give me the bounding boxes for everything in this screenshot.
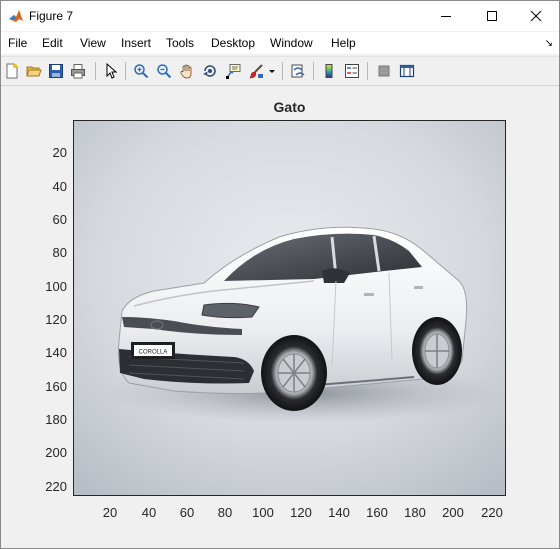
- hide-plot-tools-icon: [378, 65, 390, 77]
- link-plot-icon: [291, 64, 305, 78]
- axes-title: Gato: [273, 99, 306, 115]
- ytick-label: 140: [45, 345, 67, 360]
- figure-window: Figure 7 File Edit View Insert Tools Des…: [0, 0, 560, 549]
- ytick-label: 40: [52, 179, 67, 194]
- legend-icon: [345, 64, 359, 78]
- menu-file[interactable]: File: [8, 36, 27, 50]
- brush-dropdown-icon: [269, 70, 275, 73]
- ytick-label: 120: [45, 312, 67, 327]
- menu-window[interactable]: Window: [270, 36, 313, 50]
- menu-view[interactable]: View: [80, 36, 106, 50]
- data-cursor-button[interactable]: [223, 61, 243, 81]
- ytick-label: 80: [52, 245, 67, 260]
- xtick-label: 140: [328, 505, 350, 520]
- open-file-icon: [26, 66, 42, 77]
- toolbar-separator: [313, 62, 314, 80]
- show-plot-tools-button[interactable]: [397, 61, 417, 81]
- title-bar[interactable]: Figure 7: [1, 1, 559, 31]
- dock-figure-icon[interactable]: ↘: [545, 38, 553, 49]
- new-figure-icon: [6, 63, 18, 79]
- print-button[interactable]: [68, 61, 88, 81]
- zoom-out-icon: [157, 64, 172, 79]
- close-button[interactable]: [513, 1, 559, 31]
- open-file-button[interactable]: [24, 61, 44, 81]
- ytick-label: 20: [52, 145, 67, 160]
- zoom-in-icon: [134, 64, 149, 79]
- edit-plot-button[interactable]: [101, 61, 121, 81]
- ytick-label: 180: [45, 412, 67, 427]
- ytick-label: 60: [52, 212, 67, 227]
- pan-hand-icon: [180, 64, 192, 79]
- maximize-icon: [487, 11, 497, 21]
- rotate-3d-button[interactable]: [200, 61, 220, 81]
- xtick-label: 200: [442, 505, 464, 520]
- pan-button[interactable]: [177, 61, 197, 81]
- toolbar-separator: [282, 62, 283, 80]
- xtick-label: 120: [290, 505, 312, 520]
- colorbar-icon: [325, 64, 333, 78]
- toolbar-separator: [95, 62, 96, 80]
- close-icon: [530, 10, 542, 22]
- brush-icon: [249, 64, 263, 79]
- figure-canvas: Gato COROLLA 20 40 60 80 100 120 140 160…: [1, 86, 559, 548]
- menu-help[interactable]: Help: [331, 36, 356, 50]
- data-cursor-icon: [226, 64, 241, 79]
- insert-colorbar-button[interactable]: [319, 61, 339, 81]
- brush-button[interactable]: [246, 61, 266, 81]
- ytick-label: 200: [45, 445, 67, 460]
- show-plot-tools-icon: [399, 64, 415, 78]
- maximize-button[interactable]: [469, 1, 515, 31]
- menu-edit[interactable]: Edit: [42, 36, 63, 50]
- toolbar-separator: [125, 62, 126, 80]
- menu-desktop[interactable]: Desktop: [211, 36, 255, 50]
- window-title: Figure 7: [29, 9, 74, 23]
- matlab-icon: [8, 8, 24, 24]
- xtick-label: 40: [141, 505, 157, 520]
- print-icon: [71, 64, 85, 79]
- xtick-label: 100: [252, 505, 274, 520]
- xtick-label: 60: [179, 505, 195, 520]
- insert-legend-button[interactable]: [342, 61, 362, 81]
- zoom-in-button[interactable]: [131, 61, 151, 81]
- white-sedan-photo: COROLLA: [74, 121, 505, 495]
- minimize-button[interactable]: [423, 1, 469, 31]
- figure-toolbar: [1, 56, 559, 86]
- zoom-out-button[interactable]: [154, 61, 174, 81]
- menu-insert[interactable]: Insert: [121, 36, 151, 50]
- menu-tools[interactable]: Tools: [166, 36, 194, 50]
- xtick-label: 220: [481, 505, 503, 520]
- save-icon: [49, 64, 63, 78]
- hide-plot-tools-button[interactable]: [374, 61, 394, 81]
- brush-dropdown-button[interactable]: [267, 61, 277, 81]
- ytick-label: 220: [45, 479, 67, 494]
- link-plot-button[interactable]: [288, 61, 308, 81]
- image-axes[interactable]: COROLLA: [73, 120, 506, 496]
- xtick-label: 180: [404, 505, 426, 520]
- ytick-label: 100: [45, 279, 67, 294]
- svg-text:COROLLA: COROLLA: [139, 350, 168, 356]
- xtick-label: 20: [102, 505, 118, 520]
- edit-plot-arrow-icon: [106, 63, 118, 79]
- minimize-icon: [441, 16, 451, 17]
- rotate-3d-icon: [203, 65, 216, 77]
- new-figure-button[interactable]: [2, 61, 22, 81]
- save-button[interactable]: [46, 61, 66, 81]
- xtick-label: 160: [366, 505, 388, 520]
- ytick-label: 160: [45, 379, 67, 394]
- menu-bar: File Edit View Insert Tools Desktop Wind…: [1, 32, 559, 54]
- toolbar-separator: [367, 62, 368, 80]
- xtick-label: 80: [217, 505, 233, 520]
